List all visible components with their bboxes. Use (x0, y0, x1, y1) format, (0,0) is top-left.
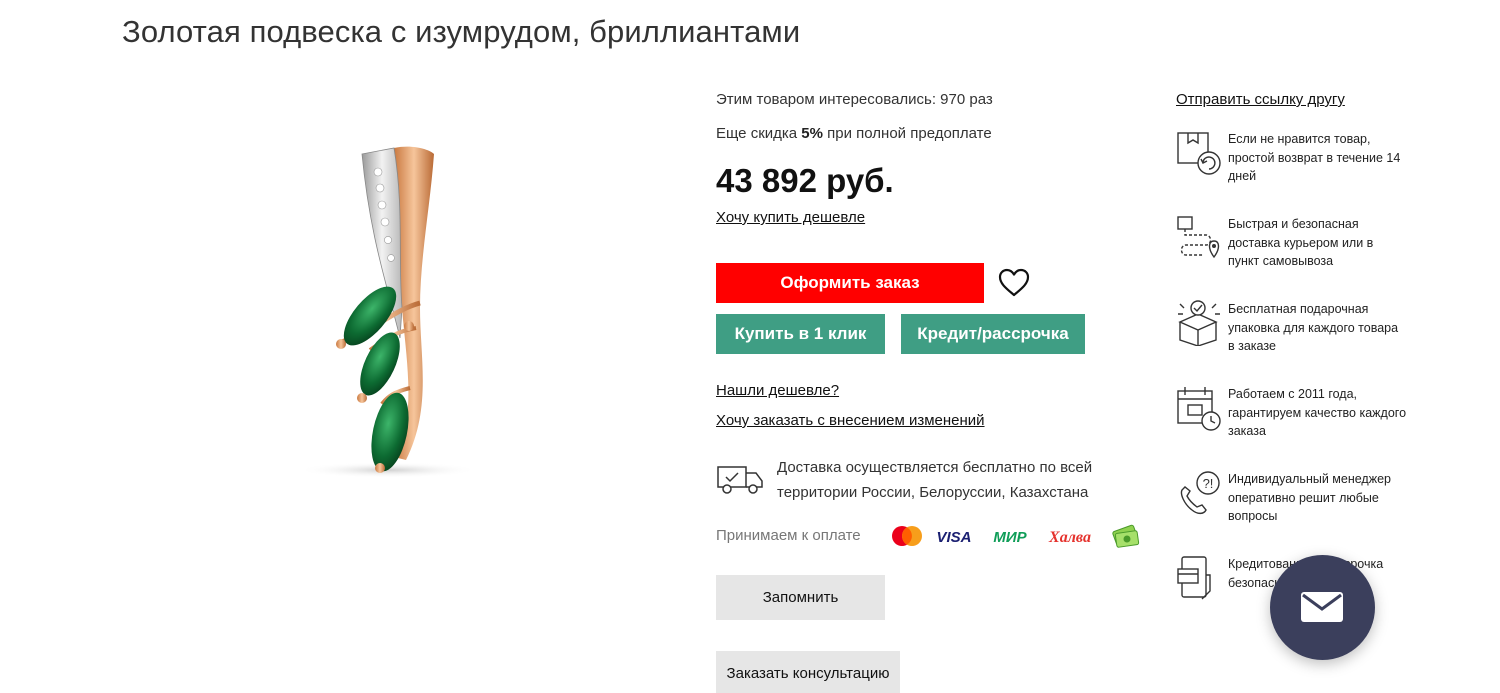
remember-button[interactable]: Запомнить (716, 575, 885, 620)
discount-note: Еще скидка 5% при полной предоплате (716, 125, 992, 142)
svg-text:VISA: VISA (936, 529, 971, 546)
visa-icon: VISA (936, 529, 971, 546)
gift-box-icon (1178, 300, 1220, 346)
order-button[interactable]: Оформить заказ (716, 263, 984, 303)
halva-icon: Халва (1048, 529, 1091, 546)
truck-icon (717, 466, 763, 494)
pendant-image (298, 146, 478, 478)
feature-text: Быстрая и безопасная доставка курьером и… (1228, 217, 1374, 268)
want-cheaper-link[interactable]: Хочу купить дешевле (716, 209, 865, 226)
credit-button[interactable]: Кредит/рассрочка (901, 314, 1085, 354)
feature-manager: ?! Индивидуальный менеджер оперативно ре… (1176, 470, 1406, 540)
product-image[interactable] (158, 88, 610, 543)
delivery-text: Доставка осуществляется бесплатно по все… (777, 459, 1093, 501)
return-box-icon (1177, 132, 1221, 175)
page-title: Золотая подвеска с изумрудом, бриллианта… (122, 14, 801, 49)
feature-text: Если не нравится товар, простой возврат … (1228, 132, 1401, 183)
feature-text: Индивидуальный менеджер оперативно решит… (1228, 472, 1391, 523)
product-info: Этим товаром интересовались: 970 раз Еще… (716, 0, 1156, 693)
svg-text:МИР: МИР (993, 529, 1027, 546)
found-cheaper-link[interactable]: Нашли дешевле? (716, 382, 839, 399)
calendar-clock-icon (1177, 387, 1221, 431)
feature-delivery: Быстрая и безопасная доставка курьером и… (1176, 215, 1406, 285)
share-link[interactable]: Отправить ссылку другу (1176, 91, 1345, 108)
feature-text: Работаем с 2011 года, гарантируем качест… (1228, 387, 1407, 438)
feature-since-2011: Работаем с 2011 года, гарантируем качест… (1176, 385, 1406, 455)
delivery-route-icon (1177, 216, 1220, 259)
credit-card-hand-icon (1177, 556, 1211, 600)
svg-text:Халва: Халва (1048, 529, 1091, 546)
payment-methods: Принимаем к оплате VISA МИР Халва (716, 522, 1156, 552)
mail-icon (1301, 592, 1343, 622)
discount-value: 5% (801, 125, 823, 142)
feature-gift: Бесплатная подарочная упаковка для каждо… (1176, 300, 1406, 370)
mastercard-icon (892, 526, 922, 546)
heart-icon (998, 268, 1030, 297)
svg-text:?!: ?! (1203, 476, 1214, 491)
delivery-info: Доставка осуществляется бесплатно по все… (716, 455, 1156, 515)
interest-counter: Этим товаром интересовались: 970 раз (716, 91, 993, 108)
feature-return: Если не нравится товар, простой возврат … (1176, 130, 1406, 200)
buy-one-click-button[interactable]: Купить в 1 клик (716, 314, 885, 354)
favorite-button[interactable] (997, 266, 1031, 300)
consult-button[interactable]: Заказать консультацию (716, 651, 900, 693)
support-phone-icon: ?! (1180, 471, 1220, 515)
cash-icon (1112, 524, 1140, 548)
order-with-changes-link[interactable]: Хочу заказать с внесением изменений (716, 412, 985, 429)
price: 43 892 руб. (716, 162, 894, 199)
payment-label: Принимаем к оплате (716, 527, 861, 544)
feature-text: Бесплатная подарочная упаковка для каждо… (1228, 302, 1399, 353)
mir-icon: МИР (993, 529, 1027, 546)
chat-button[interactable] (1270, 555, 1375, 660)
